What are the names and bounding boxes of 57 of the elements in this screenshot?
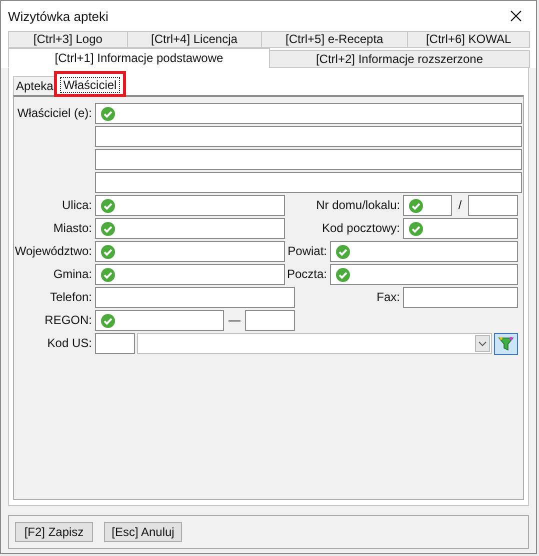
input-field[interactable] (95, 126, 522, 147)
separator-text: — (228, 312, 242, 329)
field-label: REGON: (44, 312, 93, 329)
check-icon (409, 222, 423, 236)
filter-button[interactable] (494, 333, 518, 355)
input-field[interactable] (95, 310, 224, 331)
field-label: Właściciel (e): (16, 105, 93, 122)
field-label: Miasto: (52, 220, 93, 237)
input-field[interactable] (95, 333, 135, 354)
field-label: Telefon: (48, 289, 93, 306)
input-field[interactable] (95, 149, 522, 170)
check-icon (101, 244, 115, 258)
footer-button[interactable]: [F2] Zapisz (15, 522, 93, 542)
input-field[interactable] (403, 218, 518, 239)
input-field[interactable] (330, 264, 518, 285)
tab[interactable]: [Ctrl+3] Logo (8, 31, 128, 48)
input-field[interactable] (95, 287, 295, 308)
check-icon (101, 106, 115, 120)
input-field[interactable] (95, 241, 285, 262)
tab[interactable]: [Ctrl+4] Licencja (126, 31, 262, 48)
input-field[interactable] (95, 218, 285, 239)
input-field[interactable] (468, 195, 518, 216)
tab[interactable]: Właściciel (56, 73, 124, 95)
input-field[interactable] (95, 195, 285, 216)
input-field[interactable] (245, 310, 295, 331)
separator-text: / (457, 197, 463, 214)
tab[interactable]: [Ctrl+2] Informacje rozszerzone (269, 50, 530, 68)
window-title: Wizytówka apteki (8, 8, 108, 24)
funnel-icon (498, 336, 514, 352)
check-icon (101, 268, 115, 282)
input-field[interactable] (95, 103, 522, 124)
tab[interactable]: [Ctrl+5] e-Recepta (260, 31, 408, 48)
field-label: Kod US: (46, 335, 93, 352)
tab[interactable]: [Ctrl+6] KOWAL (407, 31, 530, 48)
field-label: Województwo: (14, 243, 93, 260)
check-icon (101, 222, 115, 236)
tab[interactable]: [Ctrl+1] Informacje podstawowe (8, 48, 270, 68)
footer-button[interactable]: [Esc] Anuluj (104, 522, 182, 542)
input-field[interactable] (95, 172, 522, 193)
field-label: Nr domu/lokalu: (315, 197, 402, 214)
field-label: Gmina: (52, 266, 93, 283)
check-icon (101, 198, 115, 212)
field-label: Powiat: (286, 243, 328, 260)
field-label: Ulica: (60, 197, 93, 214)
check-icon (409, 198, 424, 212)
field-label: Fax: (376, 289, 401, 306)
close-icon[interactable] (510, 10, 522, 22)
input-field[interactable] (95, 264, 285, 285)
input-field[interactable] (330, 241, 518, 262)
field-label: Kod pocztowy: (320, 220, 401, 237)
input-field[interactable] (403, 287, 518, 308)
tab[interactable]: Apteka (13, 76, 56, 95)
check-icon (336, 244, 350, 258)
check-icon (101, 314, 115, 328)
check-icon (336, 268, 350, 282)
field-label: Poczta: (286, 266, 328, 283)
input-field[interactable] (403, 195, 452, 216)
